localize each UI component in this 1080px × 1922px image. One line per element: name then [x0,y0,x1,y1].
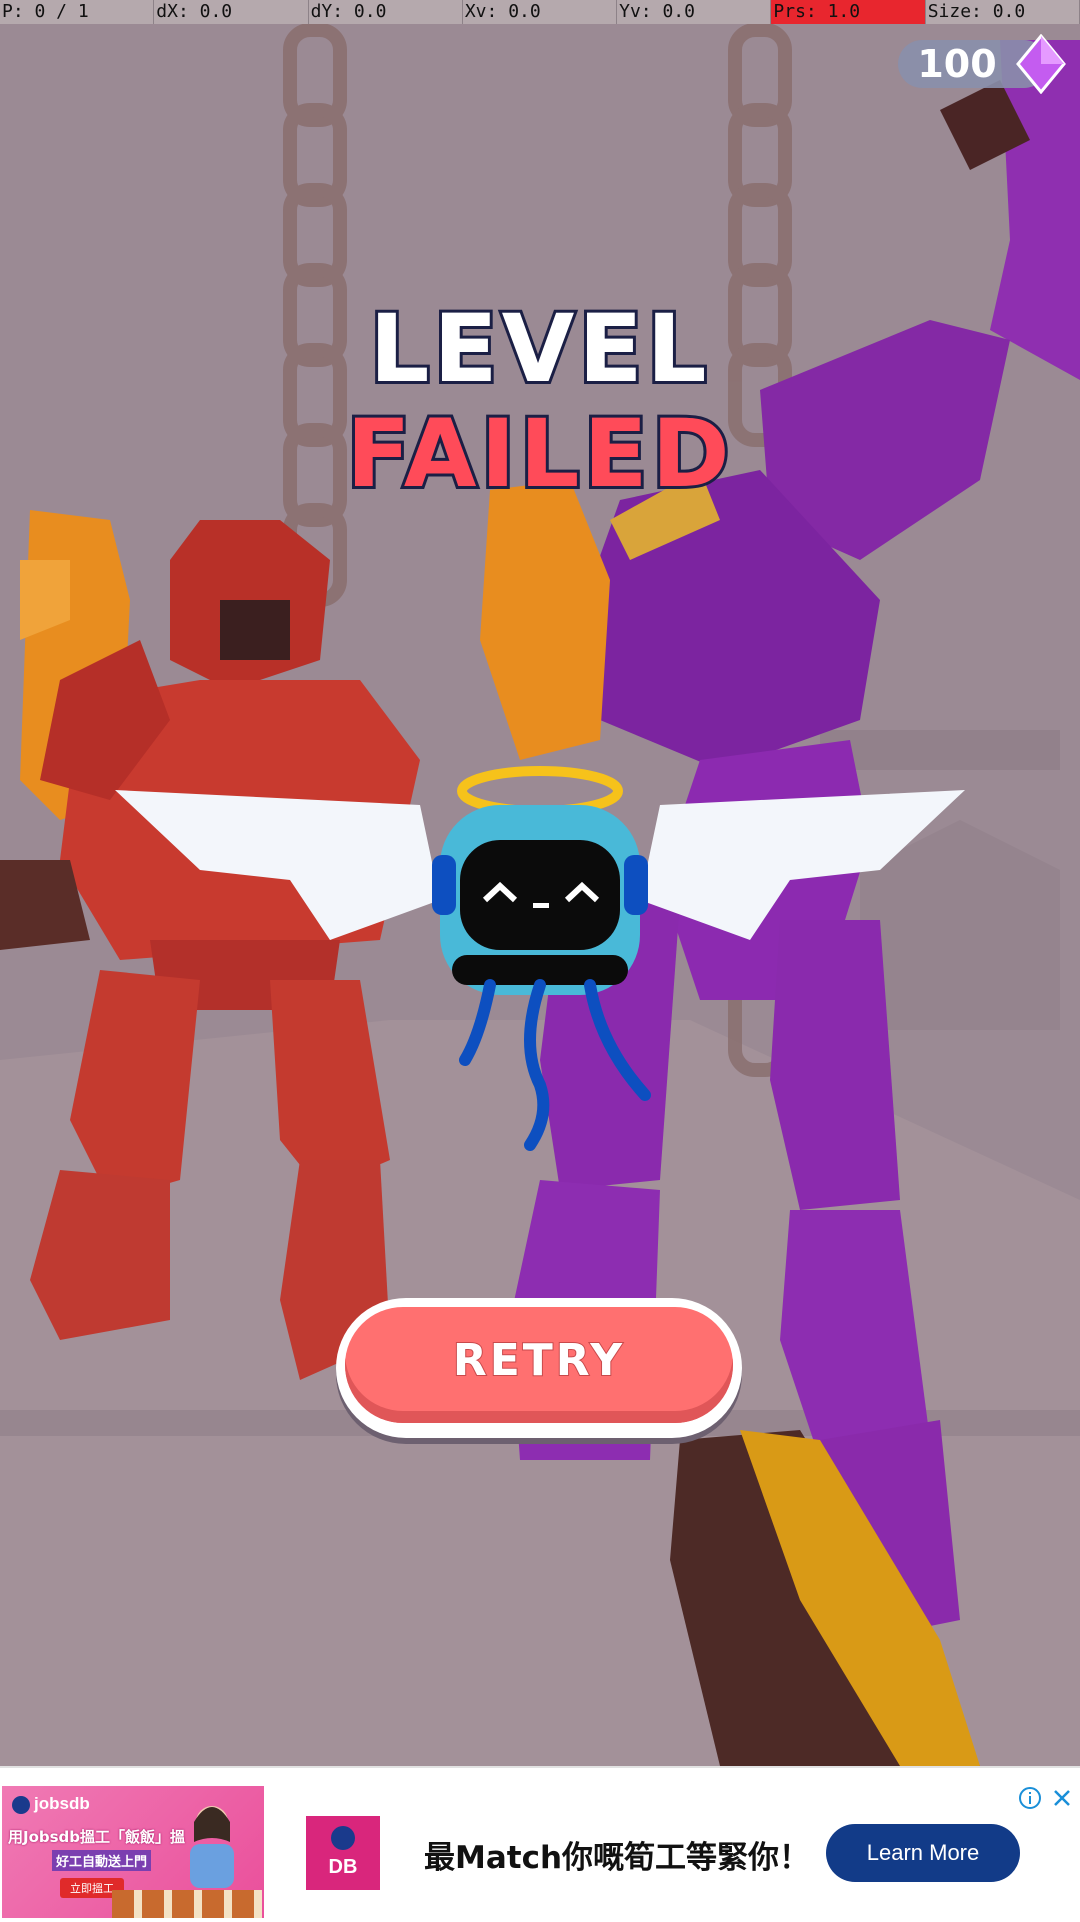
close-icon[interactable] [1050,1786,1074,1810]
debug-dy: dY: 0.0 [309,0,463,24]
retry-label: RETRY [452,1334,626,1387]
debug-size: Size: 0.0 [926,0,1080,24]
ad-brand-text: jobsdb [34,1794,90,1813]
ad-logo-text: DB [328,1856,358,1878]
retry-button[interactable]: RETRY [336,1298,742,1438]
jobsdb-logo-icon [12,1795,30,1814]
pointer-debug-bar: P: 0 / 1 dX: 0.0 dY: 0.0 Xv: 0.0 Yv: 0.0… [0,0,1080,24]
gem-count: 100 [917,42,997,86]
title-line-level: LEVEL [367,295,711,404]
db-logo-icon [331,1826,355,1850]
debug-xv: Xv: 0.0 [463,0,618,24]
gem-counter: 100 [898,34,1066,94]
level-failed-title: LEVEL FAILED [0,295,1080,513]
debug-dx: dX: 0.0 [154,0,309,24]
title-line-failed: FAILED [343,397,734,512]
game-scene [0,0,1080,1766]
ad-image-text-2: 好工自動送上門 [52,1850,152,1871]
ad-headline[interactable]: 最Match你嘅筍工等緊你！ [424,1832,810,1877]
ad-logo[interactable]: DB [306,1816,380,1890]
debug-pressure: Prs: 1.0 [771,0,926,24]
debug-yv: Yv: 0.0 [617,0,772,24]
retry-button-face[interactable]: RETRY [345,1307,733,1423]
ad-person-photo [190,1806,234,1888]
ad-banner[interactable]: jobsdb 用Jobsdb搵工「飯飯」搵 好工自動送上門 立即搵工 DB 最M… [0,1766,1080,1922]
debug-pointer: P: 0 / 1 [0,0,155,24]
ad-brand: jobsdb [12,1794,90,1814]
ad-learn-more-button[interactable]: Learn More [826,1824,1020,1882]
ad-image-text-1: 用Jobsdb搵工「飯飯」搵 [8,1828,186,1846]
info-icon[interactable] [1018,1786,1042,1810]
ad-image[interactable]: jobsdb 用Jobsdb搵工「飯飯」搵 好工自動送上門 立即搵工 [2,1786,264,1918]
purple-diamond-icon [1016,34,1066,94]
ad-food-photo [112,1890,262,1918]
